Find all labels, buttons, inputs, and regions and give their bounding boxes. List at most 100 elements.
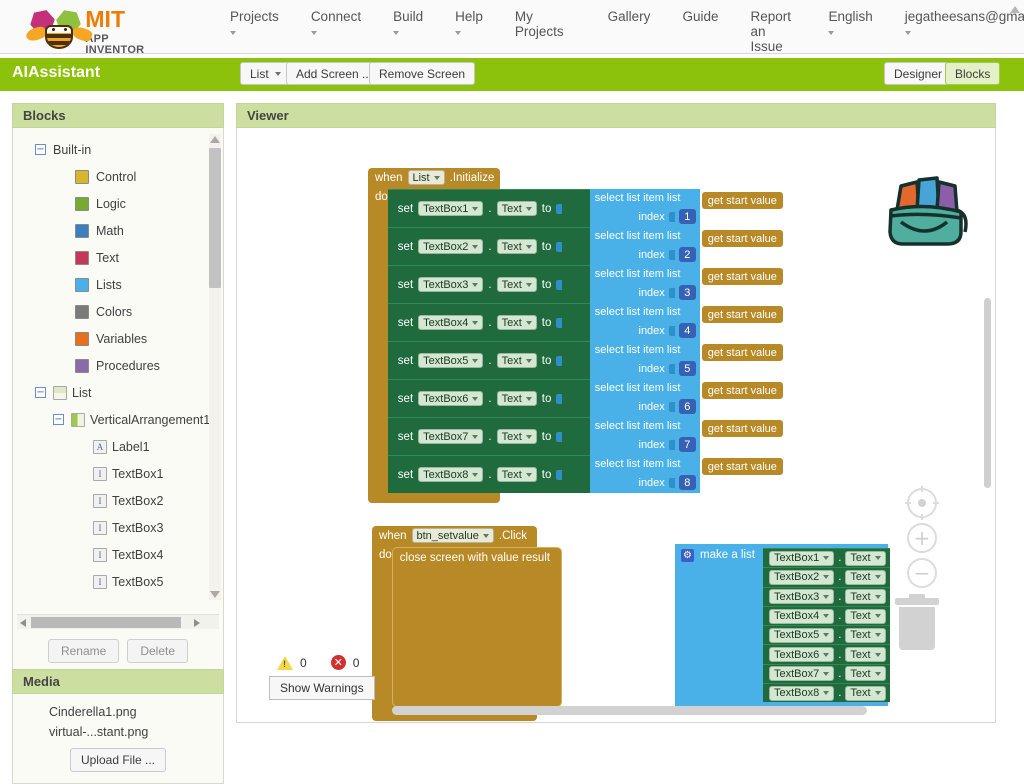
tree-node-textbox3[interactable]: I TextBox3: [13, 514, 211, 541]
set-property-block[interactable]: set TextBox6. Text to: [387, 379, 590, 417]
nav-item-account[interactable]: jegatheesans@gmail.com: [889, 9, 1024, 35]
blocks-tree-horizontal-scrollbar[interactable]: [17, 614, 219, 629]
set-property-block[interactable]: set TextBox5. Text to: [387, 341, 590, 379]
nav-item-language[interactable]: English: [812, 9, 888, 35]
select-list-item-block[interactable]: select list item list index 4: [589, 303, 700, 341]
center-workspace-icon[interactable]: [905, 486, 939, 520]
nav-item-connect[interactable]: Connect: [295, 9, 377, 35]
tree-node-built-in[interactable]: − Built-in: [13, 136, 211, 163]
component-dropdown[interactable]: List: [407, 170, 445, 185]
set-textbox-text-row[interactable]: set TextBox2. Text to select list item list i…: [387, 227, 783, 265]
nav-item-my-projects[interactable]: My Projects: [499, 9, 580, 39]
property-dropdown[interactable]: Text: [496, 201, 537, 216]
scrollbar-thumb[interactable]: [31, 617, 181, 628]
index-number-block[interactable]: 5: [678, 361, 696, 376]
mutator-gear-icon[interactable]: ⚙: [681, 549, 694, 562]
set-textbox-text-row[interactable]: set TextBox8. Text to select list item list i…: [387, 455, 783, 493]
page-scroll-up-icon[interactable]: [1010, 6, 1020, 13]
property-dropdown[interactable]: Text: [845, 608, 886, 624]
get-start-value-block[interactable]: get start value: [701, 306, 783, 323]
property-dropdown[interactable]: Text: [496, 429, 537, 444]
component-dropdown[interactable]: TextBox4: [768, 608, 835, 624]
screen-selector-button[interactable]: List: [240, 62, 291, 85]
nav-item-projects[interactable]: Projects: [214, 9, 295, 35]
get-property-block[interactable]: TextBox1. Text: [762, 548, 890, 568]
get-property-block[interactable]: TextBox6. Text: [762, 644, 890, 664]
property-dropdown[interactable]: Text: [496, 315, 537, 330]
select-list-item-block[interactable]: select list item list index 5: [589, 341, 700, 379]
select-list-item-block[interactable]: select list item list index 3: [589, 265, 700, 303]
tree-node-label1[interactable]: A Label1: [13, 433, 211, 460]
tree-node-screen-list[interactable]: − List: [13, 379, 211, 406]
close-screen-with-value-block[interactable]: close screen with value result: [391, 547, 562, 707]
property-dropdown[interactable]: Text: [845, 647, 886, 663]
get-property-block[interactable]: TextBox3. Text: [762, 586, 890, 606]
mit-app-inventor-logo[interactable]: MIT APP INVENTOR: [24, 6, 156, 56]
get-start-value-block[interactable]: get start value: [701, 382, 783, 399]
palette-item-procedures[interactable]: Procedures: [13, 352, 211, 379]
property-dropdown[interactable]: Text: [496, 239, 537, 254]
trash-can-icon[interactable]: [895, 594, 939, 650]
component-dropdown[interactable]: TextBox2: [418, 239, 484, 254]
when-btn-setvalue-click-block[interactable]: when btn_setvalue .Click do close screen…: [372, 526, 562, 721]
get-start-value-block[interactable]: get start value: [701, 230, 783, 247]
select-list-item-block[interactable]: select list item list index 7: [589, 417, 700, 455]
component-dropdown[interactable]: TextBox6: [418, 391, 484, 406]
backpack-icon[interactable]: [877, 166, 973, 254]
property-dropdown[interactable]: Text: [845, 685, 886, 701]
component-dropdown[interactable]: TextBox7: [418, 429, 484, 444]
get-start-value-block[interactable]: get start value: [701, 420, 783, 437]
set-property-block[interactable]: set TextBox1. Text to: [387, 189, 590, 227]
scrollbar-thumb[interactable]: [209, 148, 221, 288]
show-warnings-button[interactable]: Show Warnings: [269, 676, 375, 700]
media-file-item[interactable]: virtual-...stant.png: [13, 722, 223, 742]
property-dropdown[interactable]: Text: [845, 550, 886, 566]
collapse-icon[interactable]: −: [35, 144, 46, 155]
palette-item-lists[interactable]: Lists: [13, 271, 211, 298]
component-dropdown[interactable]: TextBox5: [768, 627, 835, 643]
set-property-block[interactable]: set TextBox4. Text to: [387, 303, 590, 341]
index-number-block[interactable]: 8: [678, 475, 696, 490]
remove-screen-button[interactable]: Remove Screen: [369, 62, 476, 85]
component-dropdown[interactable]: TextBox4: [418, 315, 484, 330]
set-textbox-text-row[interactable]: set TextBox6. Text to select list item list i…: [387, 379, 783, 417]
collapse-icon[interactable]: −: [53, 414, 64, 425]
component-dropdown[interactable]: TextBox2: [768, 569, 835, 585]
make-a-list-block[interactable]: ⚙ make a list TextBox1. Text TextBox2. Text…: [675, 544, 890, 707]
tree-node-textbox4[interactable]: I TextBox4: [13, 541, 211, 568]
get-property-block[interactable]: TextBox7. Text: [762, 663, 890, 684]
set-textbox-text-row[interactable]: set TextBox3. Text to select list item list i…: [387, 265, 783, 303]
add-screen-button[interactable]: Add Screen ...: [286, 62, 383, 85]
set-textbox-text-row[interactable]: set TextBox5. Text to select list item list i…: [387, 341, 783, 379]
get-property-block[interactable]: TextBox5. Text: [762, 625, 890, 645]
palette-item-variables[interactable]: Variables: [13, 325, 211, 352]
delete-button[interactable]: Delete: [127, 639, 189, 663]
canvas-vertical-scrollbar[interactable]: [984, 298, 991, 488]
zoom-out-button[interactable]: −: [907, 558, 937, 588]
blocks-workspace-canvas[interactable]: when List .Initialize do set TextBox1. Tex…: [236, 128, 996, 723]
component-dropdown[interactable]: TextBox7: [768, 666, 835, 682]
tree-node-verticalarrangement1[interactable]: − VerticalArrangement1: [13, 406, 211, 433]
component-dropdown[interactable]: btn_setvalue: [411, 528, 494, 543]
palette-item-colors[interactable]: Colors: [13, 298, 211, 325]
set-property-block[interactable]: set TextBox2. Text to: [387, 227, 590, 265]
property-dropdown[interactable]: Text: [496, 353, 537, 368]
property-dropdown[interactable]: Text: [845, 569, 886, 585]
property-dropdown[interactable]: Text: [845, 666, 886, 682]
scroll-left-icon[interactable]: [20, 619, 26, 627]
set-property-block[interactable]: set TextBox3. Text to: [387, 265, 590, 303]
set-property-block[interactable]: set TextBox7. Text to: [387, 417, 590, 455]
nav-item-help[interactable]: Help: [439, 9, 499, 35]
set-textbox-text-row[interactable]: set TextBox7. Text to select list item list i…: [387, 417, 783, 455]
select-list-item-block[interactable]: select list item list index 6: [589, 379, 700, 417]
index-number-block[interactable]: 4: [678, 323, 696, 338]
component-dropdown[interactable]: TextBox6: [768, 647, 835, 663]
component-dropdown[interactable]: TextBox8: [768, 685, 835, 701]
palette-item-math[interactable]: Math: [13, 217, 211, 244]
get-start-value-block[interactable]: get start value: [701, 268, 783, 285]
property-dropdown[interactable]: Text: [845, 627, 886, 643]
blocks-tab-button[interactable]: Blocks: [945, 62, 1001, 85]
get-property-block[interactable]: TextBox4. Text: [762, 605, 890, 626]
canvas-horizontal-scrollbar[interactable]: [392, 706, 867, 715]
scroll-right-icon[interactable]: [194, 619, 200, 627]
